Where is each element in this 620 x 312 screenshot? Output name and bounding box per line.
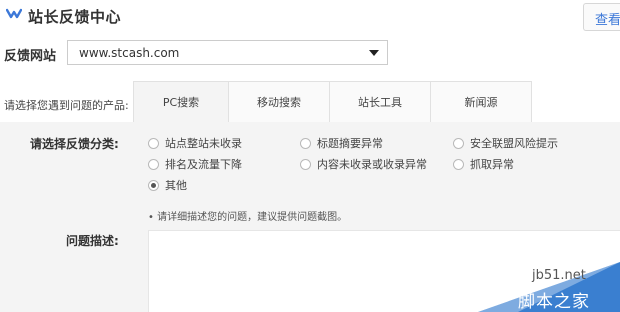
radio-label: 排名及流量下降 xyxy=(165,158,242,171)
radio-icon xyxy=(453,137,464,149)
site-select[interactable]: www.stcash.com xyxy=(67,40,388,65)
radio-label: 内容未收录或收录异常 xyxy=(317,158,427,171)
view-button[interactable]: 查看 xyxy=(583,3,620,31)
radio-icon xyxy=(300,158,311,170)
radio-icon xyxy=(300,137,311,149)
radio-checked-icon xyxy=(148,179,159,191)
radio-icon xyxy=(453,158,464,170)
radio-option[interactable]: 站点整站未收录 xyxy=(148,136,242,150)
radio-icon xyxy=(148,137,159,149)
tab-webmaster-tools[interactable]: 站长工具 xyxy=(330,81,431,123)
radio-label: 抓取异常 xyxy=(470,158,514,171)
radio-option[interactable]: 抓取异常 xyxy=(453,157,514,171)
header: 站长反馈中心 查看 xyxy=(0,0,620,32)
site-select-value: www.stcash.com xyxy=(79,46,180,60)
tab-pc-search[interactable]: PC搜索 xyxy=(133,81,229,123)
radio-option[interactable]: 内容未收录或收录异常 xyxy=(300,157,427,171)
tab-mobile-search[interactable]: 移动搜索 xyxy=(229,81,330,123)
radio-option[interactable]: 标题摘要异常 xyxy=(300,136,383,150)
radio-label: 站点整站未收录 xyxy=(165,137,242,150)
category-label: 请选择反馈分类: xyxy=(30,137,119,151)
watermark-url: jb51.net xyxy=(532,268,586,283)
radio-icon xyxy=(148,158,159,170)
radio-label: 标题摘要异常 xyxy=(317,137,383,150)
product-label: 请选择您遇到问题的产品: xyxy=(4,99,129,112)
radio-option[interactable]: 安全联盟风险提示 xyxy=(453,136,558,150)
chevron-down-icon xyxy=(369,50,379,56)
product-tabs: PC搜索 移动搜索 站长工具 新闻源 xyxy=(133,81,532,123)
radio-label: 其他 xyxy=(165,179,187,192)
radio-label: 安全联盟风险提示 xyxy=(470,137,558,150)
radio-option[interactable]: 排名及流量下降 xyxy=(148,157,242,171)
radio-option-selected[interactable]: 其他 xyxy=(148,178,187,192)
hint-text-content: 请详细描述您的问题，建议提供问题截图。 xyxy=(157,212,348,223)
page-title: 站长反馈中心 xyxy=(28,8,122,26)
description-label: 问题描述: xyxy=(66,234,119,248)
hint-text: • 请详细描述您的问题，建议提供问题截图。 xyxy=(148,212,348,223)
check-arrow-icon xyxy=(6,8,22,19)
watermark-name: 脚本之家 xyxy=(518,292,590,312)
tab-news-source[interactable]: 新闻源 xyxy=(431,81,532,123)
site-label: 反馈网站 xyxy=(4,49,57,64)
